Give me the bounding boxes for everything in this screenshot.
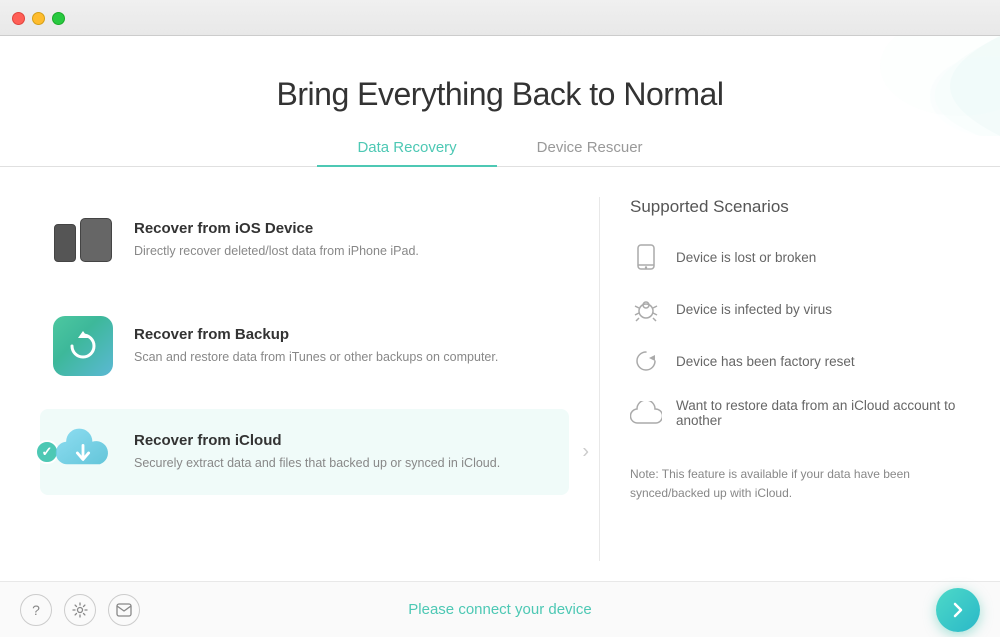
scenario-factory-reset: Device has been factory reset	[630, 341, 960, 381]
main-container: Bring Everything Back to Normal Data Rec…	[0, 36, 1000, 581]
bug-icon	[630, 293, 662, 325]
tabs-container: Data Recovery Device Rescuer	[0, 129, 1000, 167]
scenario-virus-text: Device is infected by virus	[676, 302, 832, 317]
ios-device-icon	[48, 205, 118, 275]
content-area: Recover from iOS Device Directly recover…	[0, 177, 1000, 581]
tab-device-rescuer[interactable]: Device Rescuer	[497, 129, 683, 166]
phone-shape	[54, 224, 76, 262]
title-bar	[0, 0, 1000, 36]
status-highlight: connect	[458, 601, 511, 618]
footer-status: Please connect your device	[408, 601, 591, 618]
scenario-virus: Device is infected by virus	[630, 289, 960, 329]
tab-data-recovery[interactable]: Data Recovery	[317, 129, 496, 166]
backup-icon	[48, 311, 118, 381]
left-panel: Recover from iOS Device Directly recover…	[40, 197, 600, 561]
icloud-icon	[48, 417, 118, 487]
footer-left-buttons: ?	[20, 594, 140, 626]
scenario-icloud-restore: Want to restore data from an iCloud acco…	[630, 393, 960, 433]
chevron-right-icon: ›	[582, 441, 589, 464]
recovery-option-ios[interactable]: Recover from iOS Device Directly recover…	[40, 197, 569, 283]
backup-option-text: Recover from Backup Scan and restore dat…	[134, 326, 498, 367]
close-button[interactable]	[12, 12, 25, 25]
icloud-option-text: Recover from iCloud Securely extract dat…	[134, 432, 500, 473]
cloud-icon	[630, 397, 662, 429]
scenario-icloud-restore-text: Want to restore data from an iCloud acco…	[676, 398, 960, 428]
footer-right	[936, 588, 980, 632]
scenario-factory-reset-text: Device has been factory reset	[676, 354, 855, 369]
tablet-shape	[80, 218, 112, 262]
footer: ? Please connect your device	[0, 581, 1000, 637]
scenario-lost-broken-text: Device is lost or broken	[676, 250, 816, 265]
note-text: Note: This feature is available if your …	[630, 455, 960, 503]
recovery-option-icloud[interactable]: ✓	[40, 409, 569, 495]
reset-icon	[630, 345, 662, 377]
right-panel: Supported Scenarios Device is lost or br…	[600, 197, 960, 561]
maximize-button[interactable]	[52, 12, 65, 25]
ios-option-text: Recover from iOS Device Directly recover…	[134, 220, 419, 261]
minimize-button[interactable]	[32, 12, 45, 25]
next-button[interactable]	[936, 588, 980, 632]
phone-broken-icon	[630, 241, 662, 273]
help-button[interactable]: ?	[20, 594, 52, 626]
settings-button[interactable]	[64, 594, 96, 626]
recovery-option-backup[interactable]: Recover from Backup Scan and restore dat…	[40, 303, 569, 389]
header: Bring Everything Back to Normal Data Rec…	[0, 36, 1000, 177]
email-button[interactable]	[108, 594, 140, 626]
main-title: Bring Everything Back to Normal	[0, 76, 1000, 113]
scenario-lost-broken: Device is lost or broken	[630, 237, 960, 277]
